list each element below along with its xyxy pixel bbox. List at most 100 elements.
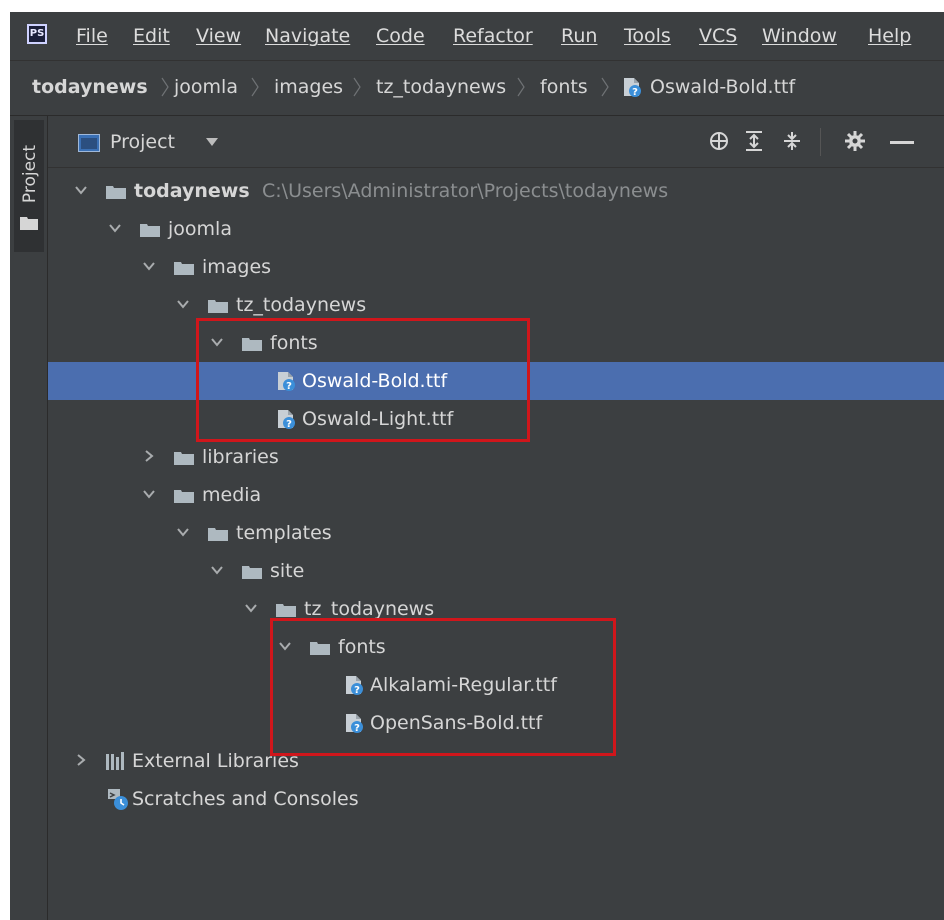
menu-code[interactable]: Code — [376, 24, 425, 48]
svg-text:?: ? — [354, 685, 360, 696]
tree-row-fonts[interactable]: fonts — [48, 324, 944, 362]
tree-label: Oswald-Light.ttf — [302, 408, 454, 430]
view-selector-label[interactable]: Project — [110, 130, 175, 154]
scratches-icon — [108, 789, 128, 810]
tool-window-stripe: Project — [10, 116, 48, 920]
menu-run[interactable]: Run — [561, 24, 597, 48]
tree-label: External Libraries — [132, 750, 299, 772]
tree-label: media — [202, 484, 262, 506]
gear-icon[interactable] — [844, 130, 866, 152]
tree-label: libraries — [202, 446, 279, 468]
expand-all-icon[interactable] — [744, 130, 764, 152]
breadcrumb-separator-icon — [161, 77, 169, 97]
tree-row-media[interactable]: media — [48, 476, 944, 514]
locate-icon[interactable] — [708, 130, 730, 152]
folder-icon — [242, 338, 262, 351]
project-tool-tab[interactable]: Project — [14, 120, 44, 252]
menu-file[interactable]: File — [76, 24, 108, 48]
menu-navigate[interactable]: Navigate — [265, 24, 350, 48]
tree-label: Scratches and Consoles — [132, 788, 359, 810]
navigation-bar: todaynews joomla images tz_todaynews fon… — [10, 60, 944, 116]
breadcrumb-oswald-bold[interactable]: Oswald-Bold.ttf — [650, 75, 795, 99]
toolbar-divider — [820, 128, 821, 156]
font-file-icon: ? — [346, 714, 363, 734]
folder-icon — [174, 490, 194, 503]
svg-text:?: ? — [286, 381, 292, 392]
chevron-down-icon[interactable] — [142, 259, 156, 273]
folder-icon — [208, 300, 228, 313]
menu-refactor[interactable]: Refactor — [453, 24, 533, 48]
tree-row-alkalami-regular[interactable]: ? Alkalami-Regular.ttf — [48, 666, 944, 704]
project-panel: Project todaynews C:\Users\Administrator… — [48, 116, 944, 920]
folder-icon — [174, 262, 194, 275]
tree-label: templates — [236, 522, 332, 544]
font-file-icon: ? — [278, 372, 295, 392]
collapse-all-icon[interactable] — [782, 130, 802, 152]
chevron-down-icon[interactable] — [74, 183, 88, 197]
tree-label: tz_todaynews — [236, 294, 367, 316]
menu-tools[interactable]: Tools — [624, 24, 671, 48]
folder-icon — [242, 566, 262, 579]
tree-row-opensans-bold[interactable]: ? OpenSans-Bold.ttf — [48, 704, 944, 742]
tree-label: site — [270, 560, 305, 582]
project-path: C:\Users\Administrator\Projects\todaynew… — [262, 180, 669, 202]
minimize-icon[interactable] — [890, 141, 914, 144]
tree-label: joomla — [168, 218, 232, 240]
project-panel-header: Project — [48, 116, 944, 168]
tree-row-images[interactable]: images — [48, 248, 944, 286]
chevron-down-icon[interactable] — [278, 639, 292, 653]
tree-row-templates[interactable]: templates — [48, 514, 944, 552]
tree-row-todaynews[interactable]: todaynews C:\Users\Administrator\Project… — [48, 172, 944, 210]
tree-label: OpenSans-Bold.ttf — [370, 712, 543, 734]
menu-edit[interactable]: Edit — [133, 24, 170, 48]
menu-view[interactable]: View — [196, 24, 241, 48]
folder-icon — [310, 642, 330, 655]
tree-row-libraries[interactable]: libraries — [48, 438, 944, 476]
tree-row-oswald-bold[interactable]: ? Oswald-Bold.ttf — [48, 362, 944, 400]
breadcrumb-todaynews[interactable]: todaynews — [32, 75, 148, 99]
svg-text:?: ? — [354, 723, 360, 734]
tree-label: fonts — [338, 636, 386, 658]
folder-icon — [208, 528, 228, 541]
chevron-down-icon[interactable] — [176, 297, 190, 311]
tree-label: images — [202, 256, 272, 278]
tree-row-tz-todaynews[interactable]: tz_todaynews — [48, 590, 944, 628]
chevron-down-icon[interactable] — [176, 525, 190, 539]
tree-row-tz-todaynews[interactable]: tz_todaynews — [48, 286, 944, 324]
breadcrumb-separator-icon — [353, 77, 361, 97]
tree-row-scratches-and-consoles[interactable]: Scratches and Consoles — [48, 780, 944, 818]
tree-row-site[interactable]: site — [48, 552, 944, 590]
chevron-down-icon[interactable] — [210, 335, 224, 349]
svg-text:?: ? — [286, 419, 292, 430]
menu-window[interactable]: Window — [762, 24, 837, 48]
chevron-down-icon[interactable] — [206, 138, 218, 146]
chevron-right-icon[interactable] — [142, 449, 156, 463]
tree-row-external-libraries[interactable]: External Libraries — [48, 742, 944, 780]
chevron-down-icon[interactable] — [210, 563, 224, 577]
breadcrumb-tz-todaynews[interactable]: tz_todaynews — [376, 75, 506, 99]
chevron-down-icon[interactable] — [142, 487, 156, 501]
chevron-right-icon[interactable] — [74, 753, 88, 767]
svg-text:?: ? — [632, 87, 638, 98]
breadcrumb-separator-icon — [601, 77, 609, 97]
library-icon — [106, 752, 124, 770]
tree-row-fonts[interactable]: fonts — [48, 628, 944, 666]
chevron-down-icon[interactable] — [108, 221, 122, 235]
menu-vcs[interactable]: VCS — [699, 24, 737, 48]
breadcrumb-separator-icon — [517, 77, 525, 97]
folder-icon — [140, 224, 160, 237]
breadcrumb-fonts[interactable]: fonts — [540, 75, 588, 99]
menu-bar: PS File Edit View Navigate Code Refactor… — [10, 12, 944, 60]
font-file-icon: ? — [278, 410, 295, 430]
breadcrumb-separator-icon — [251, 77, 259, 97]
folder-icon — [276, 604, 296, 617]
breadcrumb-joomla[interactable]: joomla — [174, 75, 238, 99]
ide-window: PS File Edit View Navigate Code Refactor… — [10, 12, 944, 920]
breadcrumb-images[interactable]: images — [274, 75, 343, 99]
tree-row-joomla[interactable]: joomla — [48, 210, 944, 248]
menu-help[interactable]: Help — [868, 24, 911, 48]
tree-row-oswald-light[interactable]: ? Oswald-Light.ttf — [48, 400, 944, 438]
phpstorm-logo: PS — [27, 24, 47, 44]
chevron-down-icon[interactable] — [244, 601, 258, 615]
folder-icon — [174, 452, 194, 465]
